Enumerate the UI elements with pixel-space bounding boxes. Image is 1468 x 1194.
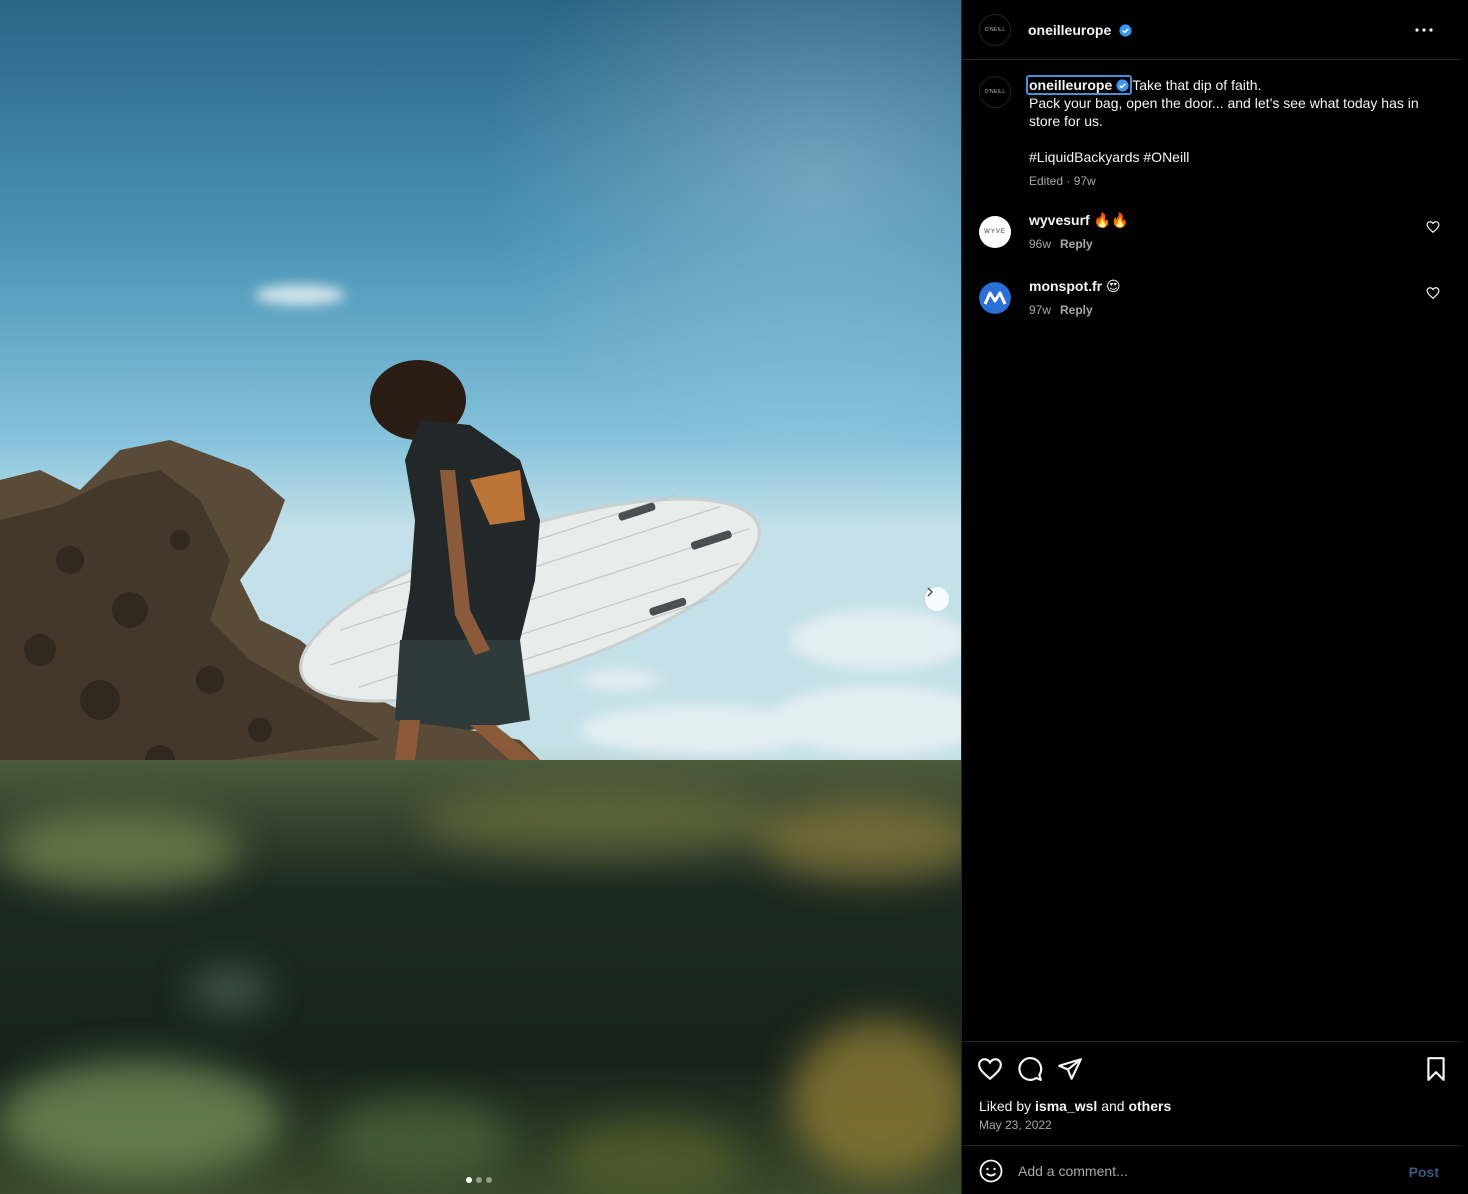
caption-line-1: Take that dip of faith. xyxy=(1132,77,1262,93)
verified-badge-icon xyxy=(1116,79,1129,92)
post-photo xyxy=(0,0,961,1194)
share-send-icon[interactable] xyxy=(1057,1056,1083,1082)
comment-input[interactable] xyxy=(1018,1158,1388,1184)
post-actions: Liked by isma_wsl and others May 23, 202… xyxy=(962,1041,1462,1145)
comment-meta: 97w Reply xyxy=(1029,303,1121,317)
caption-line-2: Pack your bag, open the door... and let’… xyxy=(1029,95,1419,129)
carousel-indicator xyxy=(466,1177,492,1183)
comment-username[interactable]: monspot.fr xyxy=(1029,278,1102,294)
more-options-button[interactable] xyxy=(1412,18,1436,42)
more-dots-icon xyxy=(1415,28,1433,32)
verified-badge-icon xyxy=(1119,23,1132,37)
chevron-right-icon xyxy=(927,587,934,597)
post-header: O'NEILL oneilleurope xyxy=(962,0,1462,60)
comment-item: WYVE wyvesurf 🔥🔥 96w Reply xyxy=(979,212,1449,260)
comment-bubble-icon[interactable] xyxy=(1017,1056,1043,1082)
post-side-panel: O'NEILL oneilleurope O'NEILL oneilleurop… xyxy=(961,0,1468,1194)
post-date: May 23, 2022 xyxy=(979,1118,1052,1132)
post-caption: O'NEILL oneilleurope Take that dip of fai… xyxy=(979,75,1449,190)
reply-button[interactable]: Reply xyxy=(1060,303,1093,317)
commenter-avatar[interactable]: WYVE xyxy=(979,216,1011,248)
caption-author-avatar[interactable]: O'NEILL xyxy=(979,76,1011,108)
comment-meta: 96w Reply xyxy=(1029,237,1128,251)
author-username[interactable]: oneilleurope xyxy=(1028,22,1132,38)
avatar-logo-text: WYVE xyxy=(984,229,1006,235)
add-comment-bar: Post xyxy=(962,1145,1462,1194)
commenter-avatar[interactable] xyxy=(979,282,1011,314)
carousel-dot xyxy=(486,1177,492,1183)
carousel-dot xyxy=(476,1177,482,1183)
caption-meta: Edited · 97w xyxy=(1029,174,1096,188)
likes-summary: Liked by isma_wsl and others xyxy=(979,1098,1171,1114)
comment-body: monspot.fr 😍 97w Reply xyxy=(1029,278,1121,317)
like-heart-icon[interactable] xyxy=(977,1056,1003,1082)
post-comment-button[interactable]: Post xyxy=(1409,1164,1439,1180)
comment-item: monspot.fr 😍 97w Reply xyxy=(979,278,1449,326)
next-photo-button[interactable] xyxy=(925,587,949,611)
heart-icon[interactable] xyxy=(1426,286,1440,300)
avatar-logo-text: O'NEILL xyxy=(984,89,1006,95)
caption-username-text: oneilleurope xyxy=(1029,77,1113,93)
comment-username[interactable]: wyvesurf xyxy=(1029,212,1090,228)
caption-username[interactable]: oneilleurope xyxy=(1026,75,1133,95)
likes-others[interactable]: others xyxy=(1128,1098,1171,1114)
caption-hashtags[interactable]: #LiquidBackyards #ONeill xyxy=(1029,149,1189,165)
likes-prefix: Liked by xyxy=(979,1098,1032,1114)
post-media[interactable] xyxy=(0,0,961,1194)
reply-button[interactable]: Reply xyxy=(1060,237,1093,251)
carousel-dot-active xyxy=(466,1177,472,1183)
comment-text: 😍 xyxy=(1106,278,1121,294)
comment-body: wyvesurf 🔥🔥 96w Reply xyxy=(1029,212,1128,251)
likes-conj: and xyxy=(1101,1098,1125,1114)
bookmark-save-icon[interactable] xyxy=(1423,1056,1449,1082)
comment-text: 🔥🔥 xyxy=(1093,212,1129,228)
likes-user[interactable]: isma_wsl xyxy=(1035,1098,1097,1114)
author-username-text: oneilleurope xyxy=(1028,21,1112,38)
heart-icon[interactable] xyxy=(1426,220,1440,234)
author-avatar[interactable]: O'NEILL xyxy=(979,13,1011,46)
comment-age: 96w xyxy=(1029,237,1052,251)
emoji-smiley-icon[interactable] xyxy=(979,1159,1003,1183)
comment-age: 97w xyxy=(1029,303,1052,317)
avatar-logo-text: O'NEILL xyxy=(984,26,1006,33)
caption-body: oneilleurope Take that dip of faith. Pack… xyxy=(1026,75,1449,190)
